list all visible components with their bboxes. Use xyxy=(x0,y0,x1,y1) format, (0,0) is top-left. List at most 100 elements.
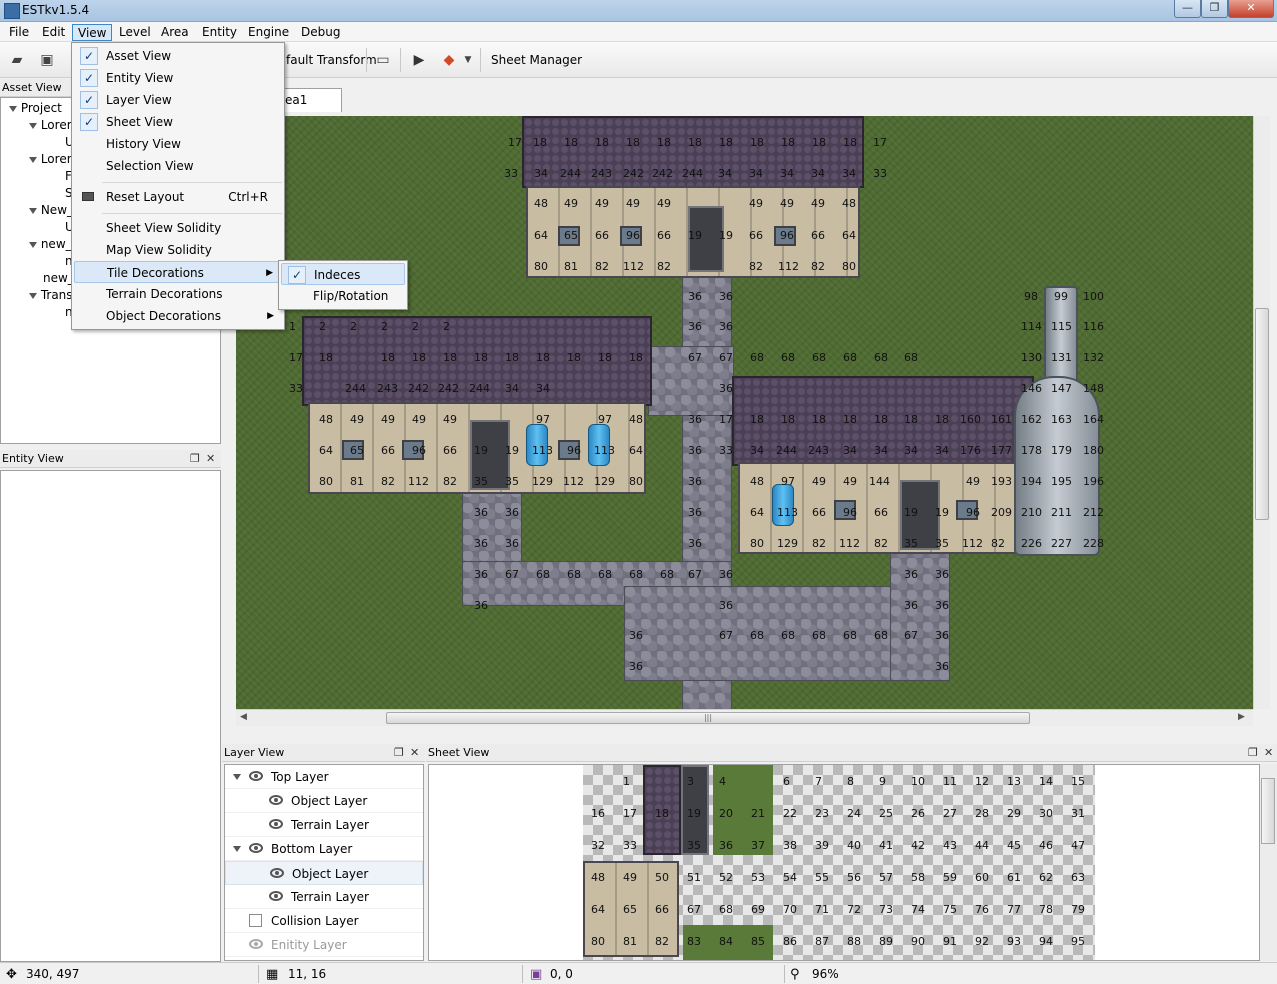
tile-index-label: 18 xyxy=(626,136,640,149)
window-icon[interactable]: ▭ xyxy=(372,50,394,70)
tile-index-label: 80 xyxy=(842,260,856,273)
expand-icon[interactable] xyxy=(233,846,241,852)
tile-index-label: 68 xyxy=(536,568,550,581)
layer-row-entity[interactable]: Enitity Layer xyxy=(225,933,423,957)
tile-index-label: 19 xyxy=(935,506,949,519)
menu-item-object-decorations[interactable]: Object Decorations ▶ xyxy=(74,305,282,327)
tile-sheet[interactable]: 1 3 4 6 7 8 9 10 11 12 13 14 15 16 17 18 19 20 21 22 23 24 25 2… xyxy=(583,765,1095,960)
close-icon[interactable]: ✕ xyxy=(206,450,215,468)
menu-file[interactable]: File xyxy=(4,24,34,41)
tab-area1[interactable]: ea1 xyxy=(280,88,342,112)
sheet-tile-index: 93 xyxy=(1007,935,1021,948)
play-icon[interactable]: ▶ xyxy=(408,50,430,70)
map-horizontal-scrollbar[interactable]: ◀ ||| ▶ xyxy=(236,709,1253,726)
menu-item-entity-view[interactable]: ✓ Entity View xyxy=(74,67,282,89)
menu-item-layer-view[interactable]: ✓ Layer View xyxy=(74,89,282,111)
menu-item-terrain-decorations[interactable]: Terrain Decorations xyxy=(74,283,282,305)
tile-index-label: 18 xyxy=(812,136,826,149)
menu-item-indeces[interactable]: ✓ Indeces xyxy=(281,263,405,285)
menu-item-history-view[interactable]: History View xyxy=(74,133,282,155)
menu-level[interactable]: Level xyxy=(114,24,156,41)
tile-index-label: 36 xyxy=(688,537,702,550)
scrollbar-thumb[interactable] xyxy=(1261,778,1275,844)
float-icon[interactable]: ❐ xyxy=(190,450,200,468)
menu-item-sheet-view[interactable]: ✓ Sheet View xyxy=(74,111,282,133)
menu-engine[interactable]: Engine xyxy=(243,24,294,41)
eye-icon[interactable] xyxy=(249,939,263,949)
eye-icon[interactable] xyxy=(269,819,283,829)
tile-index-label: 82 xyxy=(749,260,763,273)
scroll-right-icon[interactable]: ▶ xyxy=(1238,712,1245,722)
tree-item[interactable]: Lorer xyxy=(29,151,72,168)
float-icon[interactable]: ❐ xyxy=(394,744,404,762)
tile-index-label: 34 xyxy=(749,167,763,180)
expand-icon[interactable] xyxy=(233,774,241,780)
layer-row-selected[interactable]: Object Layer xyxy=(225,861,423,885)
tree-item[interactable]: Lorer xyxy=(29,117,72,134)
close-button[interactable]: ✕ xyxy=(1228,0,1274,18)
layer-row-bottom[interactable]: Bottom Layer xyxy=(225,837,423,861)
scrollbar-thumb[interactable] xyxy=(1255,308,1269,520)
map-vertical-scrollbar[interactable] xyxy=(1253,116,1270,709)
close-icon[interactable]: ✕ xyxy=(410,744,419,762)
minimize-button[interactable]: — xyxy=(1174,0,1201,18)
eye-icon[interactable] xyxy=(269,891,283,901)
menu-item-sheet-view-solidity[interactable]: Sheet View Solidity xyxy=(74,217,282,239)
menu-entity[interactable]: Entity xyxy=(197,24,242,41)
menu-view[interactable]: View xyxy=(72,24,113,41)
layer-row[interactable]: Object Layer xyxy=(225,789,423,813)
tree-item[interactable]: New_ xyxy=(29,202,73,219)
eye-icon[interactable] xyxy=(269,795,283,805)
tree-item[interactable]: Trans xyxy=(29,287,73,304)
menu-item-flip-rotation[interactable]: Flip/Rotation xyxy=(281,285,405,307)
eye-icon[interactable] xyxy=(249,843,263,853)
layer-row-collision[interactable]: Collision Layer xyxy=(225,909,423,933)
tile-index-label: 18 xyxy=(935,413,949,426)
layer-row-top[interactable]: Top Layer xyxy=(225,765,423,789)
tile-index-label: 66 xyxy=(874,506,888,519)
menu-item-map-view-solidity[interactable]: Map View Solidity xyxy=(74,239,282,261)
float-icon[interactable]: ❐ xyxy=(1248,744,1258,762)
sheet-tile-index: 70 xyxy=(783,903,797,916)
tile-index-label: 129 xyxy=(777,537,798,550)
tree-item[interactable]: new_ xyxy=(29,236,72,253)
sheet-manager-button[interactable]: Sheet Manager xyxy=(491,53,582,67)
eye-icon[interactable] xyxy=(249,771,263,781)
title-bar: ESTkv1.5.4 — ❐ ✕ xyxy=(0,0,1277,22)
layer-row[interactable]: Terrain Layer xyxy=(225,813,423,837)
menu-item-reset-layout[interactable]: Reset Layout Ctrl+R xyxy=(74,186,282,208)
sheet-tile-index: 62 xyxy=(1039,871,1053,884)
tree-item[interactable]: new_ xyxy=(43,270,74,287)
scroll-left-icon[interactable]: ◀ xyxy=(240,712,247,722)
entity-list[interactable] xyxy=(0,470,221,962)
tile-index-label: 243 xyxy=(591,167,612,180)
menu-item-asset-view[interactable]: ✓ Asset View xyxy=(74,45,282,67)
maximize-button[interactable]: ❐ xyxy=(1201,0,1228,18)
sheet-tile-index: 65 xyxy=(623,903,637,916)
default-transform-button[interactable]: fault Transform xyxy=(286,53,377,67)
open-folder-icon[interactable]: ▰ xyxy=(6,50,28,70)
tile-index-label: 36 xyxy=(719,599,733,612)
menu-area[interactable]: Area xyxy=(156,24,194,41)
tile-index-label: 113 xyxy=(594,444,615,457)
menu-item-selection-view[interactable]: Selection View xyxy=(74,155,282,177)
menu-debug[interactable]: Debug xyxy=(296,24,345,41)
menu-item-tile-decorations[interactable]: Tile Decorations ▶ xyxy=(74,261,282,283)
save-icon[interactable]: ▣ xyxy=(36,50,58,70)
tile-index-label: 97 xyxy=(598,413,612,426)
eye-icon[interactable] xyxy=(270,868,284,878)
tile-index-label: 68 xyxy=(843,629,857,642)
close-icon[interactable]: ✕ xyxy=(1264,744,1273,762)
menu-edit[interactable]: Edit xyxy=(37,24,70,41)
status-bar: ✥ 340, 497 ▦ 11, 16 ▣ 0, 0 ⚲ 96% xyxy=(0,962,1277,984)
layer-row[interactable]: Terrain Layer xyxy=(225,885,423,909)
collision-checkbox[interactable] xyxy=(249,914,262,927)
layer-list[interactable]: Top Layer Object Layer Terrain Layer Bot… xyxy=(224,764,424,961)
sheet-vertical-scrollbar[interactable] xyxy=(1260,764,1277,961)
sheet-canvas[interactable]: 1 3 4 6 7 8 9 10 11 12 13 14 15 16 17 18 19 20 21 22 23 24 25 2… xyxy=(428,764,1260,961)
tree-item-project[interactable]: Project xyxy=(9,100,62,117)
windows-logo-icon[interactable]: ◆ xyxy=(438,50,460,70)
map-view[interactable]: 17 18 18 18 18 18 18 18 18 18 18 18 17 33 34 244 243 242 2… xyxy=(236,116,1253,709)
scrollbar-thumb[interactable]: ||| xyxy=(386,712,1030,724)
dropdown-arrow-icon[interactable]: ▼ xyxy=(462,50,474,70)
